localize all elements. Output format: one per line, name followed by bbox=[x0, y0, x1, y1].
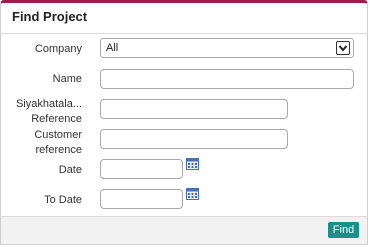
reference-input[interactable] bbox=[100, 99, 288, 119]
company-select[interactable]: All bbox=[100, 38, 354, 58]
to-date-label: To Date bbox=[44, 194, 82, 206]
name-input[interactable] bbox=[100, 69, 354, 89]
panel-header: Find Project bbox=[1, 3, 367, 34]
customer-reference-label-line2: reference bbox=[35, 144, 82, 156]
date-input[interactable] bbox=[100, 159, 183, 179]
customer-reference-input[interactable] bbox=[100, 129, 288, 149]
company-label: Company bbox=[34, 43, 82, 55]
to-date-input[interactable] bbox=[100, 189, 183, 209]
date-label: Date bbox=[58, 164, 82, 176]
customer-reference-label-line1: Customer bbox=[34, 129, 82, 141]
find-button[interactable]: Find bbox=[328, 222, 359, 238]
company-select-value: All bbox=[106, 42, 119, 54]
reference-label-line1: Siyakhatala... bbox=[15, 98, 82, 110]
customer-reference-label: Customer reference bbox=[34, 128, 82, 158]
calendar-icon[interactable] bbox=[186, 158, 199, 170]
reference-label: Siyakhatala... Reference bbox=[16, 97, 82, 127]
panel-title: Find Project bbox=[12, 9, 88, 24]
name-label: Name bbox=[52, 73, 82, 85]
find-project-panel: Find Project Company All Name Siyakhatal… bbox=[0, 0, 368, 245]
reference-label-line2: Reference bbox=[31, 113, 82, 125]
chevron-down-icon[interactable] bbox=[336, 41, 350, 55]
calendar-icon[interactable] bbox=[186, 188, 199, 200]
panel-footer: Find bbox=[1, 216, 367, 244]
